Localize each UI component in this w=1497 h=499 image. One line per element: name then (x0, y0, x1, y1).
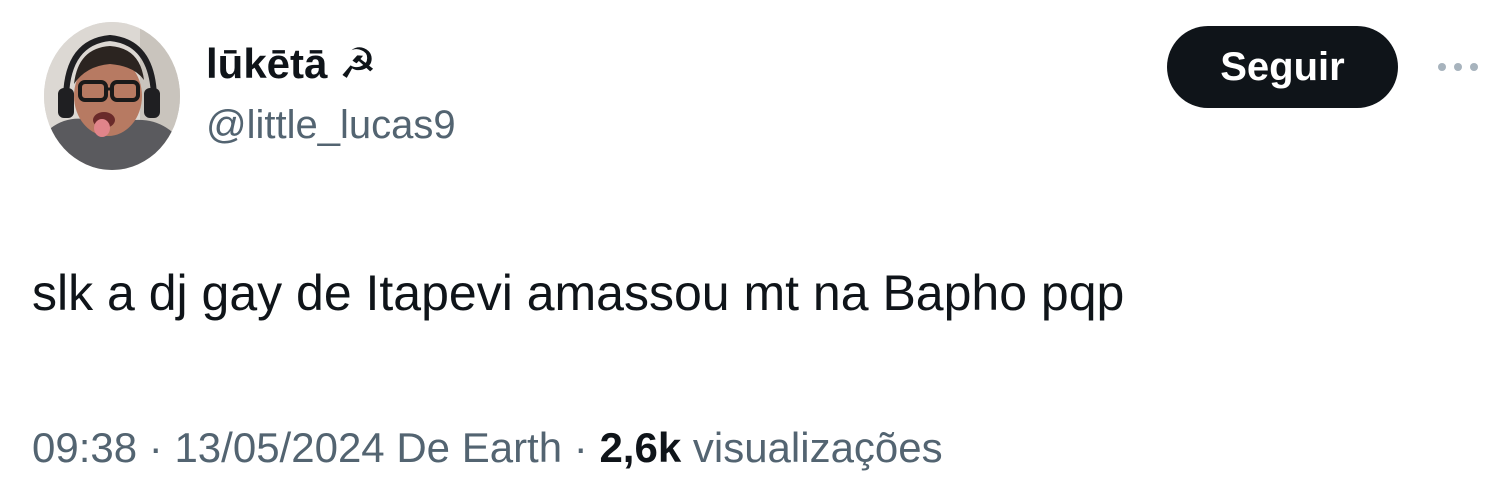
tweet-time[interactable]: 09:38 (32, 424, 137, 471)
author-display-name[interactable]: lūkētā ☭ (206, 38, 377, 90)
tweet: lūkētā ☭ @little_lucas9 Seguir slk a dj … (0, 0, 1497, 499)
dot (1438, 63, 1446, 71)
more-dots-icon[interactable] (1428, 50, 1488, 84)
tweet-date[interactable]: 13/05/2024 (174, 424, 384, 471)
author-handle[interactable]: @little_lucas9 (206, 100, 456, 150)
tweet-text: slk a dj gay de Itapevi amassou mt na Ba… (32, 265, 1125, 321)
views-count[interactable]: 2,6k (599, 424, 681, 471)
dot (1454, 63, 1462, 71)
follow-button[interactable]: Seguir (1167, 26, 1398, 108)
meta-separator: · (573, 424, 588, 471)
tweet-meta: 09:38 · 13/05/2024 De Earth · 2,6k visua… (32, 420, 943, 476)
dot (1470, 63, 1478, 71)
profile-photo-icon (44, 22, 180, 170)
avatar[interactable] (44, 22, 180, 170)
meta-separator: · (148, 424, 163, 471)
tweet-source: De Earth (396, 424, 563, 471)
views-label: visualizações (692, 424, 943, 471)
